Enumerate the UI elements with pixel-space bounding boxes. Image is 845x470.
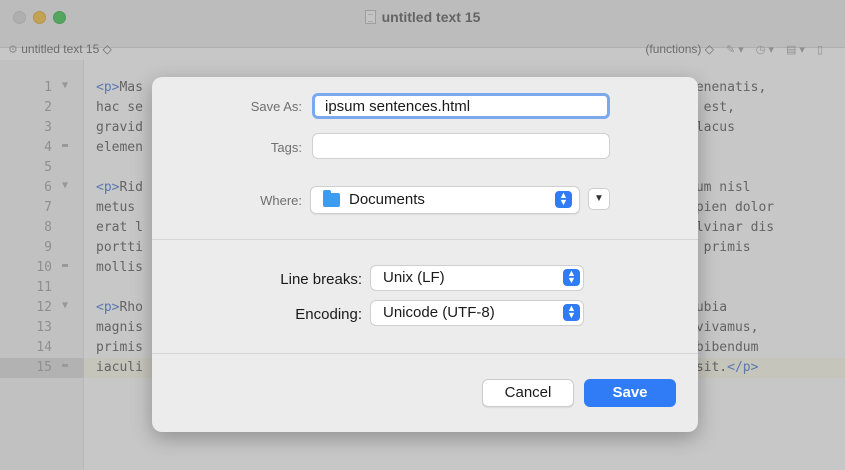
line-breaks-value: Unix (LF) [383, 269, 445, 286]
tags-input[interactable] [312, 133, 610, 159]
popup-stepper-icon: ▲ ▼ [555, 191, 572, 208]
chevron-down-icon: ▼ [594, 193, 604, 204]
popup-stepper-icon: ▲ ▼ [563, 304, 580, 321]
encoding-popup[interactable]: Unicode (UTF-8) ▲ ▼ [370, 300, 584, 326]
divider [152, 353, 698, 354]
save-dialog: Save As: ipsum sentences.html Tags: Wher… [152, 77, 698, 432]
where-label: Where: [260, 193, 302, 208]
folder-icon [323, 190, 340, 207]
save-button[interactable]: Save [584, 379, 676, 407]
where-location-popup[interactable]: Documents ▲ ▼ [310, 186, 580, 214]
encoding-label: Encoding: [295, 306, 362, 323]
expand-dialog-button[interactable]: ▼ [588, 188, 610, 210]
popup-stepper-icon: ▲ ▼ [563, 269, 580, 286]
line-breaks-label: Line breaks: [280, 271, 362, 288]
filename-input[interactable]: ipsum sentences.html [312, 93, 610, 119]
line-breaks-popup[interactable]: Unix (LF) ▲ ▼ [370, 265, 584, 291]
divider [152, 239, 698, 240]
tags-label: Tags: [270, 140, 302, 155]
cancel-button[interactable]: Cancel [482, 379, 574, 407]
save-as-label: Save As: [250, 99, 302, 114]
where-location-value: Documents [349, 191, 425, 208]
encoding-value: Unicode (UTF-8) [383, 304, 495, 321]
